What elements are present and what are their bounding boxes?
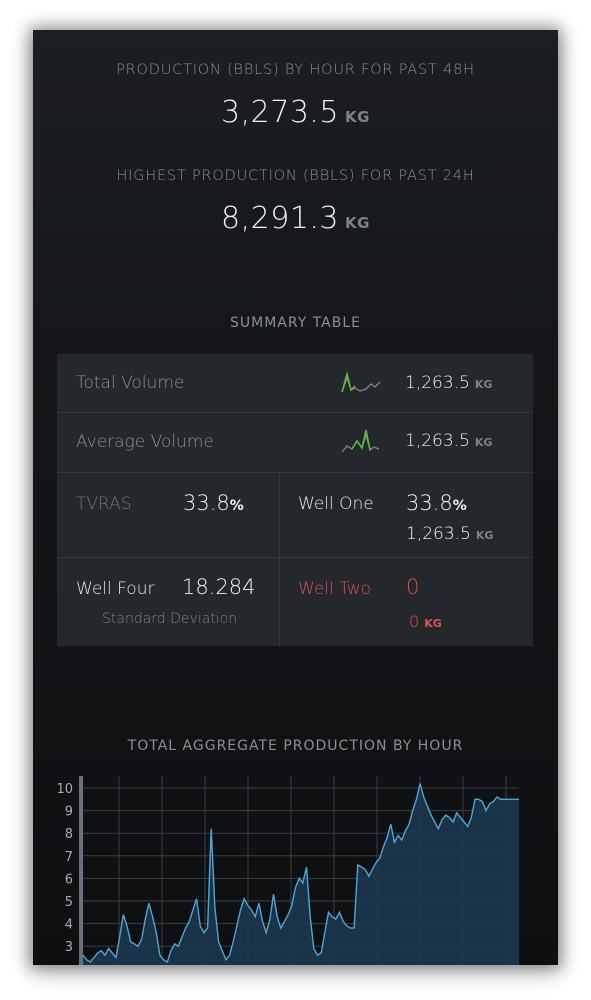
well-one-sub-value: 1,263.5	[406, 524, 471, 544]
y-tick-label: 10	[56, 782, 73, 797]
well-one-suffix: %	[452, 498, 467, 514]
production-label: PRODUCTION (BBLS) BY HOUR FOR PAST 48H	[116, 62, 475, 78]
y-tick-label: 4	[65, 918, 73, 933]
y-tick-label: 6	[65, 872, 73, 887]
summary-table: Total Volume 1,263.5 KG Average Volume 1,…	[57, 354, 533, 646]
y-tick-label: 9	[65, 805, 73, 820]
production-area-chart[interactable]: 3 4 5 6 7 8 9 10	[33, 770, 558, 965]
well-one-sub-unit: KG	[475, 529, 494, 542]
well-four-value: 18.284	[182, 575, 256, 599]
well-one-label: Well One	[298, 494, 374, 514]
y-axis-bar	[79, 776, 83, 965]
well-one-value-group: 33.8%	[406, 491, 467, 515]
row-value: 1,263.5	[405, 431, 470, 451]
row-value-group: 1,263.5 KG	[405, 431, 492, 451]
summary-row-total-volume[interactable]: Total Volume 1,263.5 KG	[57, 354, 533, 413]
production-chart[interactable]: 3 4 5 6 7 8 9 10	[33, 770, 558, 965]
y-tick-label: 3	[65, 940, 73, 955]
tvras-suffix: %	[229, 498, 244, 514]
cell-divider	[279, 473, 280, 646]
sparkline-icon	[341, 429, 380, 453]
well-one-value: 33.8	[406, 491, 453, 515]
y-tick-label: 5	[65, 895, 73, 910]
well-four-label: Well Four	[76, 579, 155, 599]
production-value: 3,273.5	[221, 95, 340, 130]
highest-value-row: 8,291.3 KG	[33, 201, 558, 236]
tvras-value-group: 33.8%	[183, 491, 244, 515]
row-value-group: 1,263.5 KG	[405, 373, 492, 393]
phone-screen: PRODUCTION (BBLS) BY HOUR FOR PAST 48H 3…	[33, 30, 558, 965]
well-two-label: Well Two	[298, 579, 371, 599]
row-unit: KG	[474, 436, 493, 449]
highest-production-value: 8,291.3	[221, 201, 340, 236]
row-value: 1,263.5	[405, 373, 470, 393]
tvras-value: 33.8	[183, 491, 230, 515]
production-unit: KG	[345, 108, 370, 126]
well-one-sub-group: 1,263.5 KG	[406, 524, 493, 544]
well-two-sub-unit: KG	[424, 617, 442, 630]
row-label: Average Volume	[76, 432, 214, 452]
y-tick-label: 7	[65, 850, 73, 865]
well-four-sub-label: Standard Deviation	[102, 611, 238, 627]
sparkline-icon	[341, 371, 381, 393]
well-two-value: 0	[406, 575, 420, 599]
highest-production-label: HIGHEST PRODUCTION (BBLS) FOR PAST 24H	[116, 168, 475, 184]
row-label: Total Volume	[76, 373, 185, 393]
summary-table-title: SUMMARY TABLE	[230, 315, 361, 331]
well-two-sub-group: 0 KG	[409, 612, 442, 631]
row-unit: KG	[474, 378, 493, 391]
summary-row-average-volume[interactable]: Average Volume 1,263.5 KG	[57, 412, 533, 473]
well-two-sub-value: 0	[409, 612, 420, 631]
y-tick-label: 8	[65, 827, 73, 842]
chart-title: TOTAL AGGREGATE PRODUCTION BY HOUR	[127, 738, 464, 754]
highest-production-unit: KG	[345, 214, 370, 232]
production-value-row: 3,273.5 KG	[33, 95, 558, 130]
summary-row-tvras-well-one	[57, 472, 533, 558]
tvras-label: TVRAS	[76, 494, 132, 514]
